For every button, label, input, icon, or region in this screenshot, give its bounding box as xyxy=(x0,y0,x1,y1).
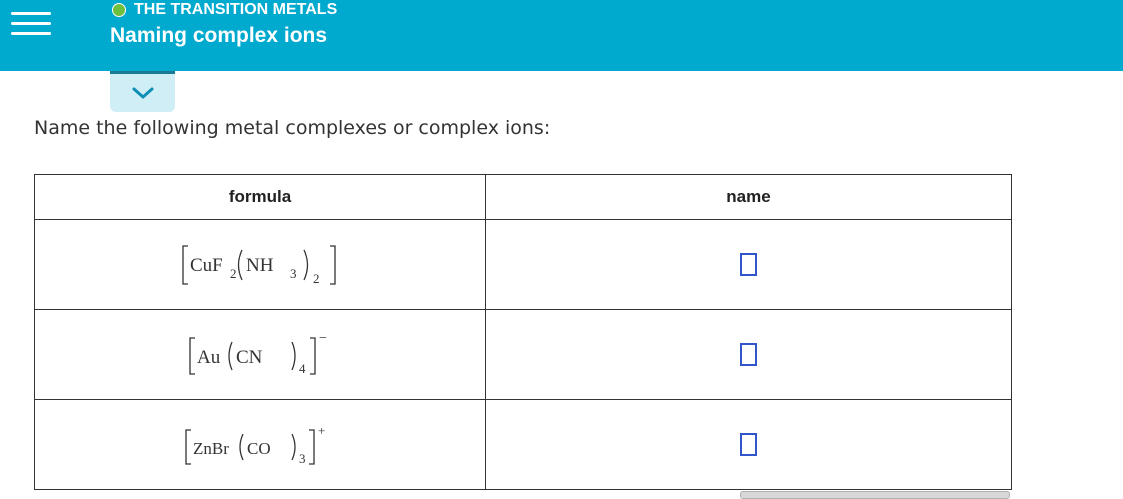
answer-input[interactable] xyxy=(740,433,757,456)
group-subscript: 2 xyxy=(313,271,320,286)
ligand-symbol: CN xyxy=(236,347,263,368)
ligand-symbol: CO xyxy=(247,439,271,458)
formula-cell: ZnBr CO 3 + xyxy=(34,399,486,490)
hamburger-icon-line xyxy=(11,11,51,15)
formula-graphic: Au CN 4 − xyxy=(189,331,327,376)
charge-superscript: + xyxy=(318,423,325,438)
question-table: formula name CuF 2 NH 3 2 Au CN 4 − ZnBr… xyxy=(34,174,1012,490)
group-subscript: 3 xyxy=(299,451,306,466)
menu-button[interactable] xyxy=(0,0,62,46)
question-prompt: Name the following metal complexes or co… xyxy=(34,117,551,139)
answer-input[interactable] xyxy=(740,253,757,276)
formula-cell: CuF 2 NH 3 2 xyxy=(34,219,486,310)
formula-cell: Au CN 4 − xyxy=(34,309,486,400)
formula-column-header: formula xyxy=(34,174,486,220)
charge-superscript: − xyxy=(319,331,327,346)
formula: CuF 2 NH 3 2 xyxy=(35,240,485,290)
answer-input[interactable] xyxy=(740,343,757,366)
group-subscript: 4 xyxy=(299,361,306,376)
page-title: Naming complex ions xyxy=(110,24,328,47)
expand-button[interactable] xyxy=(110,71,175,112)
status-dot-icon xyxy=(112,3,126,17)
top-bar: THE TRANSITION METALS Naming complex ion… xyxy=(0,0,1123,71)
formula-graphic: CuF 2 NH 3 2 xyxy=(182,244,336,286)
table-row: CuF 2 NH 3 2 xyxy=(34,219,1012,310)
hamburger-icon-line xyxy=(11,31,51,35)
hamburger-icon-line xyxy=(11,21,51,25)
formula: Au CN 4 − xyxy=(35,330,485,380)
formula-graphic: ZnBr CO 3 + xyxy=(185,423,325,466)
topic-row: THE TRANSITION METALS xyxy=(112,1,337,19)
ligand-symbol: NH xyxy=(246,255,274,276)
metal-symbol: CuF xyxy=(190,255,223,276)
metal-subscript: 2 xyxy=(230,266,237,281)
table-row: ZnBr CO 3 + xyxy=(34,399,1012,490)
formula: ZnBr CO 3 + xyxy=(35,420,485,470)
topic-label: THE TRANSITION METALS xyxy=(134,1,338,18)
metal-symbol: Au xyxy=(197,347,221,368)
ligand-subscript: 3 xyxy=(290,266,297,281)
answer-cell xyxy=(485,219,1012,310)
answer-cell xyxy=(485,399,1012,490)
table-row: Au CN 4 − xyxy=(34,309,1012,400)
name-column-header: name xyxy=(485,174,1012,220)
answer-cell xyxy=(485,309,1012,400)
metal-symbol: ZnBr xyxy=(193,439,229,458)
chevron-down-icon xyxy=(132,87,153,99)
horizontal-scrollbar[interactable] xyxy=(740,491,1010,499)
